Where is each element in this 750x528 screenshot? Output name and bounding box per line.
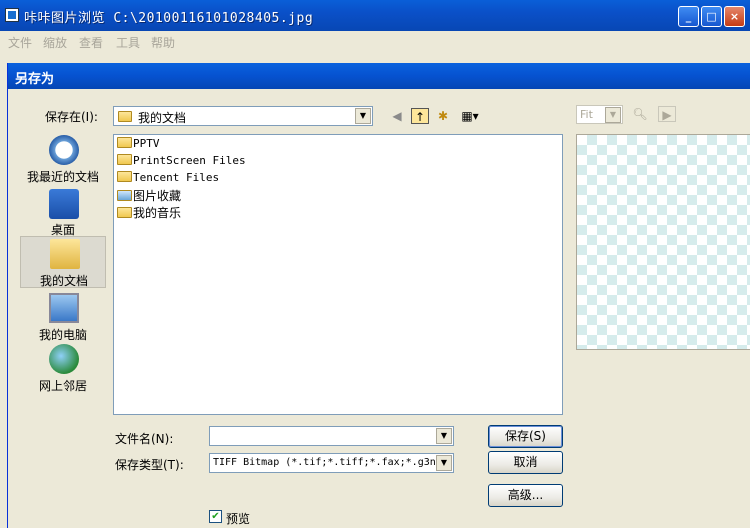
place-my-computer[interactable]: 我的电脑 — [20, 291, 106, 342]
file-name: 我的音乐 — [133, 206, 182, 220]
folder-icon — [117, 137, 132, 148]
cancel-button[interactable]: 取消 — [488, 451, 563, 474]
filename-field[interactable]: ▼ — [209, 426, 454, 446]
app-icon — [5, 8, 19, 22]
zoom-value: Fit — [580, 108, 593, 121]
place-my-documents[interactable]: 我的文档 — [20, 236, 106, 288]
pictures-folder-icon — [117, 190, 132, 201]
list-item[interactable]: 我的音乐 — [117, 204, 181, 220]
minimize-button[interactable]: _ — [678, 6, 699, 27]
desktop-icon — [49, 189, 79, 219]
place-recent[interactable]: 我最近的文档 — [20, 133, 106, 184]
menu-view[interactable]: 查看 — [79, 34, 103, 51]
file-name: Tencent Files — [133, 171, 220, 184]
place-label: 我的电脑 — [38, 328, 87, 342]
folder-icon — [117, 154, 132, 165]
my-computer-icon — [49, 293, 79, 323]
save-as-dialog: 另存为 保存在(I): 我的文档 ▼ ◀ ↑ ✱ ▦▾ Fit ▼ 🔍︎ ▶ 我… — [7, 63, 750, 528]
place-desktop[interactable]: 桌面 — [20, 187, 106, 237]
filetype-select[interactable]: TIFF Bitmap (*.tif;*.tiff;*.fax;*.g3n ▼ — [209, 453, 454, 473]
chevron-down-icon[interactable]: ▼ — [436, 455, 452, 471]
filename-label: 文件名(N): — [115, 432, 174, 446]
dialog-title-bar[interactable]: 另存为 — [8, 63, 750, 89]
menu-file[interactable]: 文件 — [8, 34, 32, 51]
preview-checkbox[interactable]: ✔ — [209, 510, 222, 523]
filetype-value: TIFF Bitmap (*.tif;*.tiff;*.fax;*.g3n — [213, 457, 435, 468]
music-folder-icon — [117, 207, 132, 218]
back-icon[interactable]: ◀ — [388, 108, 406, 124]
zoom-icon[interactable]: 🔍︎ — [631, 106, 649, 122]
menu-bar: 文件 缩放 查看 工具 帮助 — [0, 31, 750, 53]
image-preview — [576, 134, 750, 350]
network-places-icon — [49, 344, 79, 374]
view-menu-icon[interactable]: ▦▾ — [458, 108, 482, 124]
maximize-button[interactable]: □ — [701, 6, 722, 27]
list-item[interactable]: 图片收藏 — [117, 187, 181, 203]
zoom-combo[interactable]: Fit ▼ — [576, 105, 623, 124]
filetype-label: 保存类型(T): — [115, 458, 184, 472]
list-item[interactable]: Tencent Files — [117, 171, 219, 187]
place-label: 网上邻居 — [38, 379, 87, 393]
my-documents-icon — [50, 239, 80, 269]
folder-icon — [117, 171, 132, 182]
place-network[interactable]: 网上邻居 — [20, 342, 106, 393]
folder-icon — [118, 111, 132, 122]
list-item[interactable]: PPTV — [117, 137, 160, 153]
save-button[interactable]: 保存(S) — [488, 425, 563, 448]
save-in-label: 保存在(I): — [45, 110, 98, 124]
file-name: PPTV — [133, 137, 160, 150]
chevron-down-icon[interactable]: ▼ — [355, 108, 371, 124]
save-in-value: 我的文档 — [138, 111, 187, 125]
up-folder-icon[interactable]: ↑ — [411, 108, 429, 124]
chevron-down-icon[interactable]: ▼ — [436, 428, 452, 444]
app-title-text: 咔咔图片浏览 C:\20100116101028405.jpg — [24, 11, 314, 26]
new-folder-icon[interactable]: ✱ — [434, 108, 452, 124]
file-list[interactable]: PPTV PrintScreen Files Tencent Files 图片收… — [113, 134, 563, 415]
menu-zoom[interactable]: 缩放 — [43, 34, 67, 51]
dialog-title: 另存为 — [15, 72, 55, 87]
file-name: 图片收藏 — [133, 189, 182, 203]
preview-checkbox-label: 预览 — [226, 512, 251, 526]
place-label: 我最近的文档 — [26, 170, 99, 184]
advanced-button[interactable]: 高级... — [488, 484, 563, 507]
app-title-bar[interactable]: 咔咔图片浏览 C:\20100116101028405.jpg _ □ × — [0, 0, 750, 31]
close-button[interactable]: × — [724, 6, 745, 27]
save-in-combo[interactable]: 我的文档 ▼ — [113, 106, 373, 126]
play-icon[interactable]: ▶ — [658, 106, 676, 122]
menu-help[interactable]: 帮助 — [151, 34, 175, 51]
list-item[interactable]: PrintScreen Files — [117, 154, 246, 170]
menu-tools[interactable]: 工具 — [116, 34, 140, 51]
chevron-down-icon[interactable]: ▼ — [605, 107, 621, 123]
recent-documents-icon — [49, 135, 79, 165]
file-name: PrintScreen Files — [133, 154, 246, 167]
place-label: 我的文档 — [39, 274, 88, 288]
